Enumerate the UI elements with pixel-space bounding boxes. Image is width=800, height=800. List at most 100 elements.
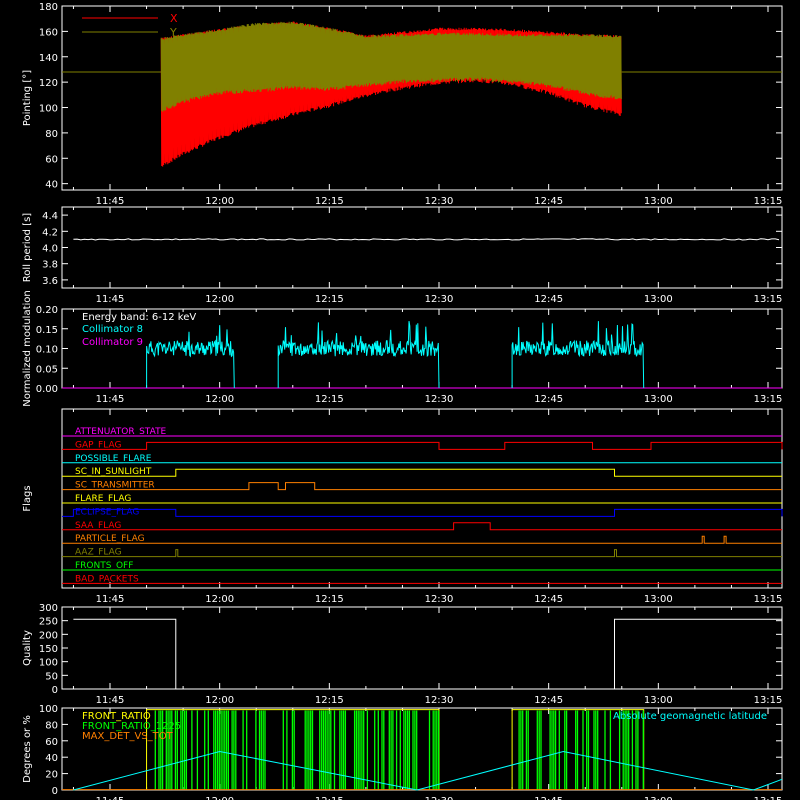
y-tick-label: 80 [45, 720, 58, 731]
x-tick-label: 13:00 [644, 394, 673, 405]
front-ratio-1225-spikes [154, 710, 440, 790]
y-tick-label: 180 [39, 2, 58, 13]
y-tick-label: 250 [39, 617, 58, 628]
x-tick-label: 13:15 [754, 594, 783, 605]
x-tick-label: 12:00 [205, 695, 234, 706]
y-tick-label: 4.4 [42, 211, 58, 222]
flag-line-sc_in_sunlight [62, 468, 782, 477]
y-tick-label: 100 [39, 658, 58, 669]
legend-label-Y: Y [169, 26, 177, 39]
x-tick-label: 12:00 [205, 594, 234, 605]
panel-3: 11:45 12:00 12:15 12:30 12:45 13:00 13:15 Flags… [22, 408, 783, 605]
x-tick-label: 12:00 [205, 294, 234, 305]
legend-label-X: X [170, 12, 178, 25]
y-tick-label: 50 [45, 671, 58, 682]
panel-1: 11:45 12:00 12:15 12:30 12:45 13:00 13:15 Roll … [22, 206, 783, 305]
x-tick-label: 12:15 [315, 594, 344, 605]
x-tick-label: 12:45 [534, 196, 563, 207]
x-tick-label: 12:30 [425, 394, 454, 405]
quality-line [73, 618, 782, 690]
y-tick-label: 0.10 [36, 345, 58, 356]
x-tick-label: 12:15 [315, 695, 344, 706]
x-tick-label: 12:15 [315, 294, 344, 305]
y-tick-label: 80 [45, 129, 58, 140]
x-tick-label: 13:00 [644, 594, 673, 605]
x-tick-label: 12:00 [205, 796, 234, 800]
y-tick-label: 160 [39, 27, 58, 38]
y-tick-label: 100 [39, 704, 58, 715]
y-axis-label: Flags [22, 485, 33, 511]
flag-line-gap_flag [62, 441, 783, 450]
x-tick-label: 13:15 [754, 695, 783, 706]
panel-2: 11:45 12:00 12:15 12:30 12:45 13:00 13:15 Norma… [22, 290, 783, 407]
y-tick-label: 0.15 [36, 325, 58, 336]
y-axis-label: Degrees or % [22, 715, 33, 783]
x-tick-label: 11:45 [96, 594, 125, 605]
y-tick-label: 200 [39, 630, 58, 641]
x-tick-label: 11:45 [96, 695, 125, 706]
roll-period-line [73, 238, 780, 241]
x-tick-label: 12:45 [534, 394, 563, 405]
y-axis-label: Roll period [s] [22, 213, 33, 282]
y-tick-label: 40 [45, 753, 58, 764]
y-tick-label: 20 [45, 770, 58, 781]
x-tick-label: 12:30 [425, 695, 454, 706]
panel-5: 11:45 12:00 12:15 12:30 12:45 13:00 13:15 Degre… [22, 704, 783, 800]
x-tick-label: 13:15 [754, 796, 783, 800]
x-tick-label: 12:30 [425, 796, 454, 800]
flag-line-particle_flag [62, 535, 782, 544]
x-tick-label: 12:45 [534, 594, 563, 605]
x-tick-label: 11:45 [96, 196, 125, 207]
y-tick-label: 100 [39, 104, 58, 115]
x-tick-label: 13:00 [644, 796, 673, 800]
legend-collimator-8: Collimator 8 [82, 324, 143, 335]
x-tick-label: 12:30 [425, 196, 454, 207]
flag-line-aaz_flag [62, 549, 782, 558]
y-tick-label: 0 [52, 685, 58, 696]
y-tick-label: 300 [39, 603, 58, 614]
geomagnetic-latitude-line [73, 750, 783, 791]
y-tick-label: 0 [52, 786, 58, 797]
x-tick-label: 11:45 [96, 294, 125, 305]
panel-0: 11:45 12:00 12:15 12:30 12:45 13:00 13:15 Point… [22, 2, 783, 207]
energy-band-annotation: Energy band: 6-12 keV [82, 312, 196, 323]
x-tick-label: 12:00 [205, 394, 234, 405]
y-tick-label: 4.2 [42, 227, 58, 238]
x-tick-label: 12:30 [425, 594, 454, 605]
figure: 11:45 12:00 12:15 12:30 12:45 13:00 13:15 Point… [22, 2, 783, 800]
x-tick-label: 12:45 [534, 294, 563, 305]
y-tick-label: 120 [39, 78, 58, 89]
x-tick-label: 12:00 [205, 196, 234, 207]
flag-line-sc_transmitter [62, 482, 782, 491]
y-tick-label: 60 [45, 737, 58, 748]
x-tick-label: 12:30 [425, 294, 454, 305]
front-ratio-1225-spikes [518, 710, 644, 790]
x-tick-label: 12:45 [534, 695, 563, 706]
y-tick-label: 0.05 [36, 364, 58, 375]
legend-collimator-9: Collimator 9 [82, 337, 143, 348]
collimator-8-segment [511, 321, 645, 389]
y-axis-label: Quality [22, 630, 33, 666]
legend-max-det-vs-tot: MAX_DET_VS_TOT [82, 731, 174, 742]
panel-frame [61, 206, 783, 289]
flag-line-eclipse_flag [62, 508, 783, 517]
x-tick-label: 13:15 [754, 196, 783, 207]
legend-geomagnetic-latitude: Absolute geomagnetic latitude [613, 711, 767, 722]
collimator-8-segment [277, 321, 440, 389]
y-tick-label: 4.0 [42, 244, 58, 255]
x-tick-label: 12:15 [315, 796, 344, 800]
y-tick-label: 140 [39, 53, 58, 64]
y-tick-label: 3.6 [42, 276, 58, 287]
y-tick-label: 0.00 [36, 384, 58, 395]
x-tick-label: 12:45 [534, 796, 563, 800]
y-axis-label: Pointing [°] [22, 70, 33, 126]
y-tick-label: 150 [39, 644, 58, 655]
x-tick-label: 11:45 [96, 796, 125, 800]
collimator-8-segment [146, 325, 235, 389]
x-tick-label: 13:15 [754, 394, 783, 405]
y-tick-label: 3.8 [42, 260, 58, 271]
y-tick-label: 40 [45, 180, 58, 191]
panel-4: 11:45 12:00 12:15 12:30 12:45 13:00 13:15 Quali… [22, 603, 783, 706]
y-axis-label: Normalized modulation [22, 290, 33, 407]
y-tick-label: 0.20 [36, 305, 58, 316]
